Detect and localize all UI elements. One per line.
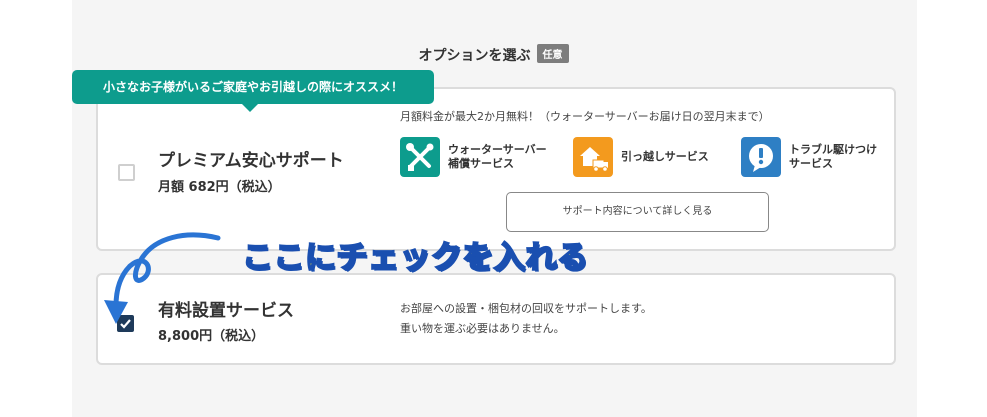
- installation-desc-line1: お部屋への設置・梱包材の回収をサポートします。: [400, 302, 652, 315]
- service-moving: 引っ越しサービス: [573, 137, 709, 177]
- annotation-text: ここにチェックを入れる: [241, 239, 589, 277]
- support-details-button[interactable]: サポート内容について詳しく見る: [506, 192, 769, 232]
- section-title: オプションを選ぶ 任意: [0, 44, 987, 65]
- installation-desc-line2: 重い物を運ぶ必要はありません。: [400, 322, 565, 335]
- service-label: ウォーターサーバー 補償サービス: [448, 143, 547, 170]
- service-label: 引っ越しサービス: [621, 150, 709, 163]
- service-label: トラブル駆けつけ サービス: [789, 143, 877, 170]
- alert-bubble-icon: [741, 137, 781, 177]
- service-trouble-response: トラブル駆けつけ サービス: [741, 137, 877, 177]
- annotation-arrow-icon: [104, 232, 221, 324]
- optional-badge: 任意: [536, 44, 569, 63]
- wrench-screwdriver-icon: [400, 137, 440, 177]
- promo-banner: 小さなお子様がいるご家庭やお引越しの際にオススメ！: [72, 70, 434, 112]
- section-title-text: オプションを選ぶ: [418, 48, 531, 64]
- premium-support-note: 月額料金が最大2か月無料！（ウォーターサーバーお届け日の翌月末まで）: [400, 110, 770, 123]
- moving-truck-icon: [573, 137, 613, 177]
- service-water-server-warranty: ウォーターサーバー 補償サービス: [400, 137, 547, 177]
- premium-support-name: プレミアム安心サポート: [158, 151, 344, 171]
- premium-support-checkbox[interactable]: [118, 164, 135, 181]
- premium-support-price: 月額 682円（税込）: [158, 180, 281, 195]
